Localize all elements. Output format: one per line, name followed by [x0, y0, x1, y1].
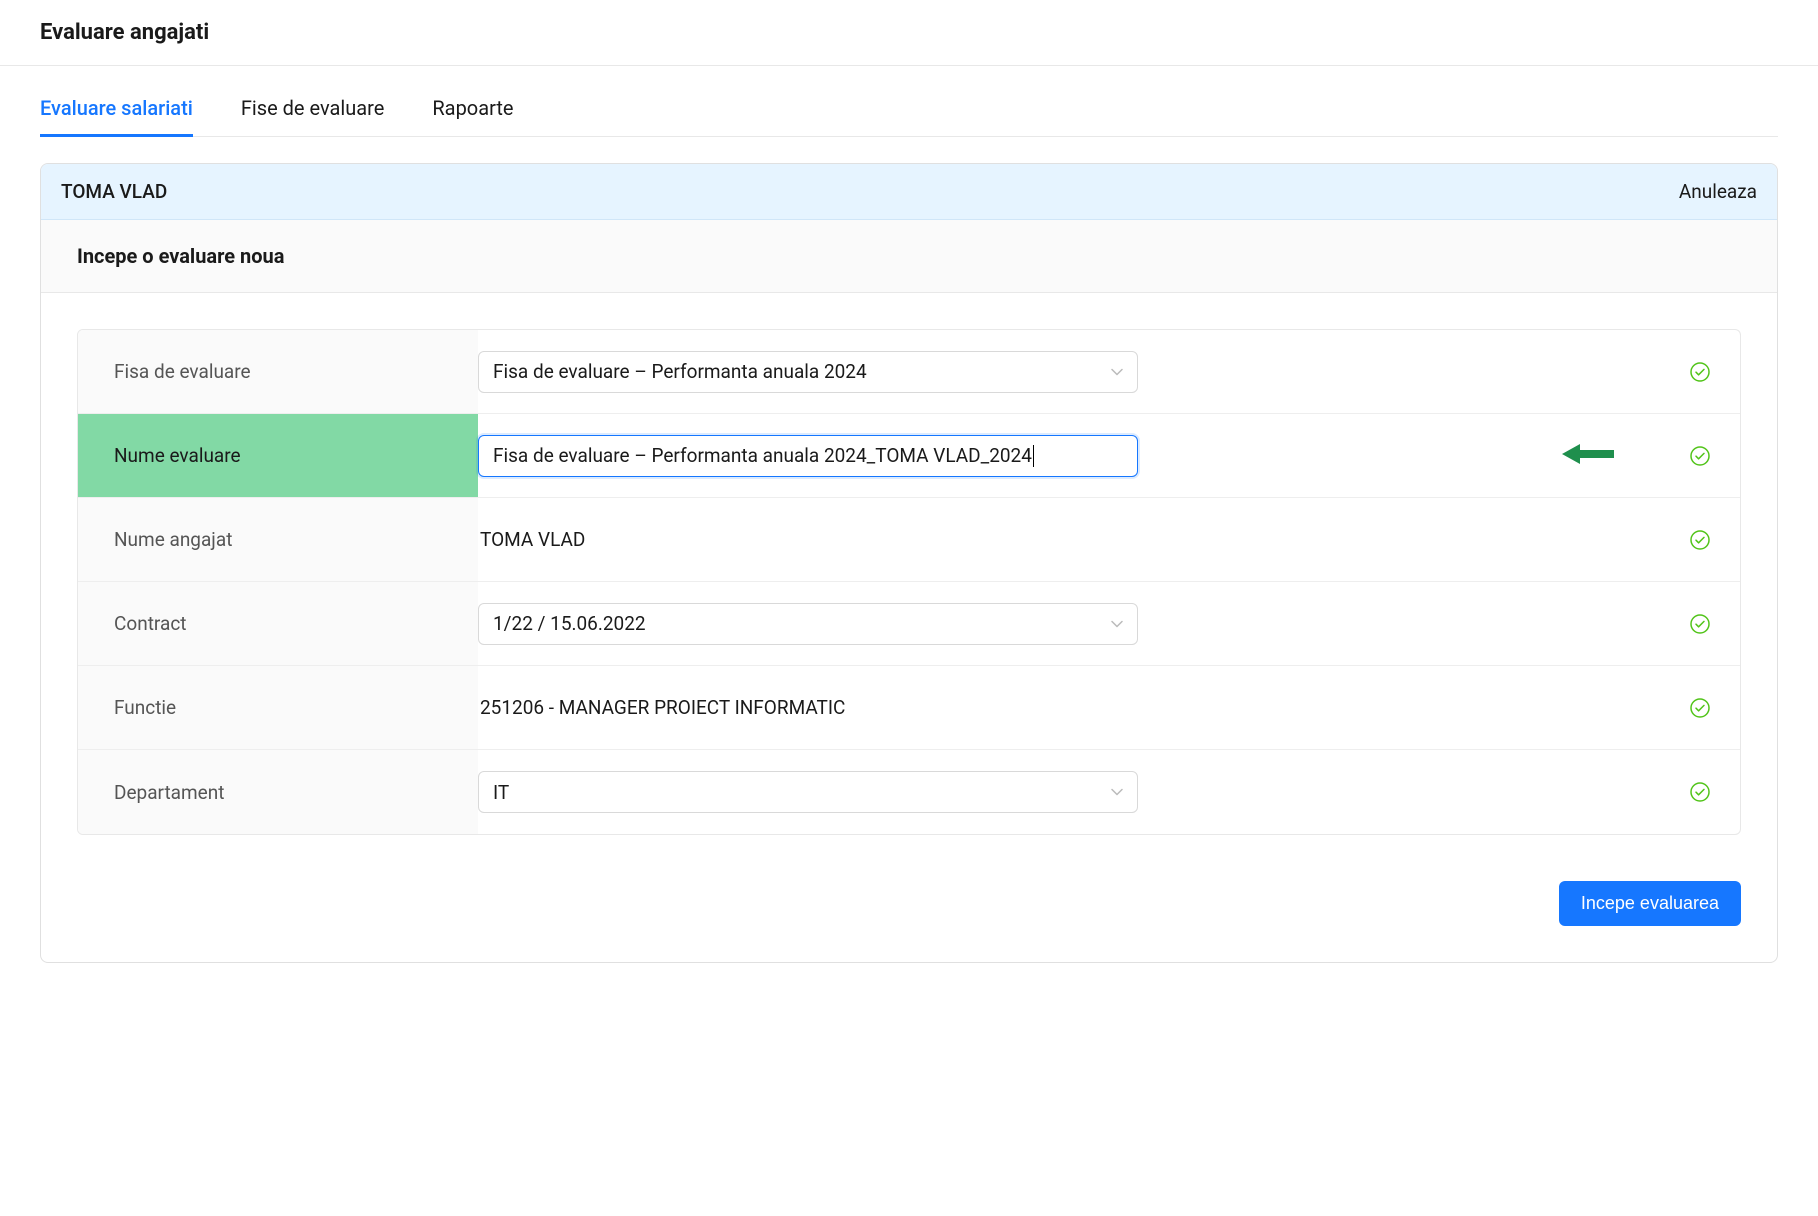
- label-fisa-de-evaluare: Fisa de evaluare: [78, 330, 478, 413]
- label-nume-angajat: Nume angajat: [78, 498, 478, 581]
- label-contract: Contract: [78, 582, 478, 665]
- select-departament[interactable]: IT: [478, 771, 1138, 813]
- arrow-annotation-icon: [1560, 440, 1616, 472]
- tabs-bar: Evaluare salariati Fise de evaluare Rapo…: [40, 66, 1778, 137]
- check-circle-icon: [1690, 614, 1710, 634]
- value-functie: 251206 - MANAGER PROIECT INFORMATIC: [478, 684, 1660, 731]
- label-functie: Functie: [78, 666, 478, 749]
- value-departament: IT: [478, 759, 1660, 825]
- input-nume-evaluare[interactable]: Fisa de evaluare – Performanta anuala 20…: [478, 435, 1138, 477]
- row-nume-evaluare: Nume evaluare Fisa de evaluare – Perform…: [78, 414, 1740, 498]
- status-fisa: [1660, 362, 1740, 382]
- tab-evaluare-salariati[interactable]: Evaluare salariati: [40, 96, 193, 137]
- select-departament-text: IT: [493, 781, 509, 804]
- check-circle-icon: [1690, 698, 1710, 718]
- input-nume-evaluare-text: Fisa de evaluare – Performanta anuala 20…: [493, 444, 1034, 468]
- status-nume-evaluare: [1660, 446, 1740, 466]
- page-title: Evaluare angajati: [40, 20, 1778, 45]
- row-fisa-de-evaluare: Fisa de evaluare Fisa de evaluare – Perf…: [78, 330, 1740, 414]
- chevron-down-icon: [1111, 786, 1123, 798]
- tab-fise-de-evaluare[interactable]: Fise de evaluare: [241, 96, 385, 137]
- row-contract: Contract 1/22 / 15.06.2022: [78, 582, 1740, 666]
- cancel-button[interactable]: Anuleaza: [1679, 180, 1757, 203]
- text-functie: 251206 - MANAGER PROIECT INFORMATIC: [478, 696, 845, 719]
- check-circle-icon: [1690, 530, 1710, 550]
- status-nume-angajat: [1660, 530, 1740, 550]
- value-contract: 1/22 / 15.06.2022: [478, 591, 1660, 657]
- chevron-down-icon: [1111, 618, 1123, 630]
- text-nume-angajat: TOMA VLAD: [478, 528, 585, 551]
- panel-header: TOMA VLAD Anuleaza: [41, 164, 1777, 220]
- value-fisa-de-evaluare: Fisa de evaluare – Performanta anuala 20…: [478, 339, 1660, 405]
- select-contract-text: 1/22 / 15.06.2022: [493, 612, 646, 635]
- select-fisa-de-evaluare[interactable]: Fisa de evaluare – Performanta anuala 20…: [478, 351, 1138, 393]
- value-nume-evaluare: Fisa de evaluare – Performanta anuala 20…: [478, 423, 1660, 489]
- label-departament: Departament: [78, 750, 478, 834]
- chevron-down-icon: [1111, 366, 1123, 378]
- form-area: Fisa de evaluare Fisa de evaluare – Perf…: [41, 293, 1777, 871]
- employee-name-header: TOMA VLAD: [61, 180, 167, 203]
- incepe-evaluarea-button[interactable]: Incepe evaluarea: [1559, 881, 1741, 926]
- content-area: Evaluare salariati Fise de evaluare Rapo…: [0, 66, 1818, 1003]
- check-circle-icon: [1690, 446, 1710, 466]
- action-bar: Incepe evaluarea: [41, 871, 1777, 962]
- form-card: Fisa de evaluare Fisa de evaluare – Perf…: [77, 329, 1741, 835]
- status-functie: [1660, 698, 1740, 718]
- status-contract: [1660, 614, 1740, 634]
- select-fisa-text: Fisa de evaluare – Performanta anuala 20…: [493, 360, 867, 383]
- check-circle-icon: [1690, 362, 1710, 382]
- select-contract[interactable]: 1/22 / 15.06.2022: [478, 603, 1138, 645]
- row-departament: Departament IT: [78, 750, 1740, 834]
- section-title: Incepe o evaluare noua: [41, 220, 1777, 293]
- evaluation-panel: TOMA VLAD Anuleaza Incepe o evaluare nou…: [40, 163, 1778, 963]
- page-header: Evaluare angajati: [0, 0, 1818, 66]
- value-nume-angajat: TOMA VLAD: [478, 516, 1660, 563]
- tab-rapoarte[interactable]: Rapoarte: [432, 96, 513, 137]
- row-nume-angajat: Nume angajat TOMA VLAD: [78, 498, 1740, 582]
- status-departament: [1660, 782, 1740, 802]
- row-functie: Functie 251206 - MANAGER PROIECT INFORMA…: [78, 666, 1740, 750]
- label-nume-evaluare: Nume evaluare: [78, 414, 478, 497]
- check-circle-icon: [1690, 782, 1710, 802]
